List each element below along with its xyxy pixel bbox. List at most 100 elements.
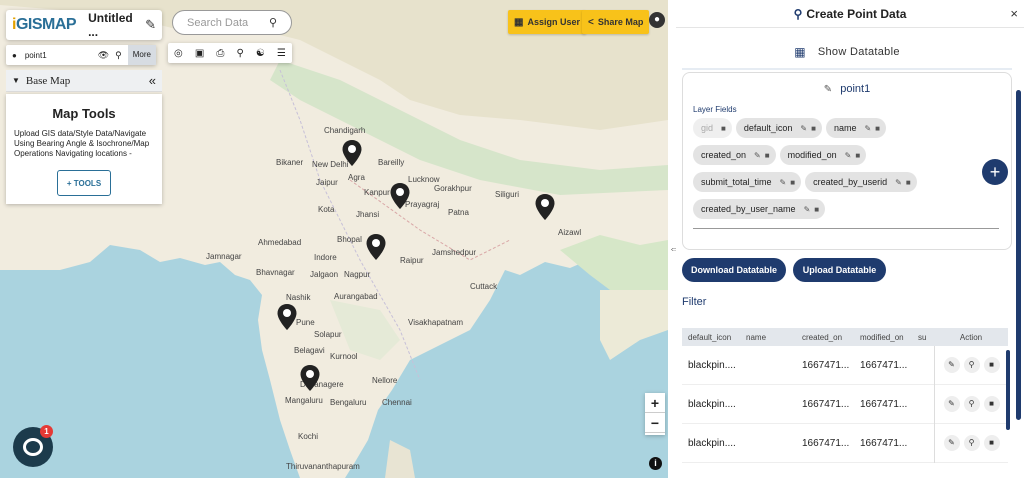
edit-icon[interactable]: ✎ bbox=[800, 124, 807, 133]
panel-scrollbar[interactable] bbox=[1016, 90, 1021, 420]
column-header[interactable]: su bbox=[918, 333, 934, 342]
edit-icon[interactable]: ✎ bbox=[943, 357, 960, 373]
field-chip-label: created_by_user_name bbox=[701, 204, 796, 214]
search-icon[interactable]: ⚲ bbox=[269, 16, 277, 29]
column-header[interactable]: modified_on bbox=[860, 333, 918, 342]
edit-icon[interactable]: ✎ bbox=[864, 124, 871, 133]
fullscreen-icon[interactable]: ▣ bbox=[195, 48, 204, 59]
info-icon[interactable]: i bbox=[649, 457, 662, 470]
map-marker-icon[interactable] bbox=[276, 303, 298, 331]
zoom-icon[interactable]: ⚲ bbox=[963, 435, 980, 451]
delete-icon[interactable]: ■ bbox=[765, 151, 770, 160]
basemap-toggle[interactable]: ▼ Base Map « bbox=[6, 70, 162, 92]
locate-icon[interactable]: ◎ bbox=[174, 48, 183, 59]
map-marker-icon[interactable] bbox=[365, 233, 387, 261]
more-button[interactable]: More bbox=[127, 45, 156, 65]
delete-icon[interactable]: ■ bbox=[906, 178, 911, 187]
map-marker-icon[interactable] bbox=[341, 139, 363, 167]
map-label: Nellore bbox=[372, 376, 398, 385]
layer-row[interactable]: ● point1 👁 ⚲ More bbox=[6, 45, 156, 65]
brand-header: iGISMAP Untitled ... ✎ bbox=[6, 10, 162, 40]
edit-icon[interactable]: ✎ bbox=[804, 205, 811, 214]
print-icon[interactable]: ⎙ bbox=[216, 48, 224, 59]
show-datatable-tab[interactable]: ▦ Show Datatable bbox=[682, 36, 1012, 70]
layers-icon[interactable]: ☰ bbox=[277, 48, 286, 59]
edit-icon[interactable]: ✎ bbox=[943, 435, 960, 451]
assign-user-button[interactable]: ▦ Assign User bbox=[508, 10, 586, 34]
field-chip-created-on[interactable]: created_on ✎ ■ bbox=[693, 145, 776, 165]
chat-widget-button[interactable]: 1 bbox=[13, 425, 53, 467]
zoom-icon[interactable]: ⚲ bbox=[963, 357, 980, 373]
map-label: Bengaluru bbox=[330, 398, 367, 407]
share-map-button[interactable]: < Share Map bbox=[582, 10, 650, 34]
zoom-in-button[interactable]: + bbox=[645, 393, 665, 413]
delete-icon[interactable]: ■ bbox=[855, 151, 860, 160]
map-label: Jaipur bbox=[316, 178, 338, 187]
table-row[interactable]: blackpin.... 1667471... 1667471... ✎ ⚲ ■ bbox=[682, 384, 1008, 424]
app-logo[interactable]: iGISMAP bbox=[12, 16, 77, 34]
search-map-icon[interactable]: ⚲ bbox=[236, 48, 243, 59]
edit-pencil-icon[interactable]: ✎ bbox=[145, 17, 156, 33]
search-box[interactable]: ⚲ bbox=[172, 10, 292, 35]
measure-icon[interactable]: ☯ bbox=[256, 48, 265, 59]
map-label: Lucknow bbox=[408, 175, 440, 184]
delete-icon[interactable]: ■ bbox=[814, 205, 819, 214]
column-header[interactable]: name bbox=[742, 333, 800, 342]
map-label: Raipur bbox=[400, 256, 424, 265]
account-avatar-icon[interactable]: ● bbox=[649, 12, 665, 28]
edit-icon[interactable]: ✎ bbox=[780, 178, 787, 187]
table-row[interactable]: blackpin.... 1667471... 1667471... ✎ ⚲ ■ bbox=[682, 423, 1008, 463]
eye-icon[interactable]: 👁 bbox=[98, 50, 109, 61]
map-label: Jhansi bbox=[356, 210, 380, 219]
delete-icon[interactable]: ■ bbox=[983, 435, 1000, 451]
upload-datatable-button[interactable]: Upload Datatable bbox=[793, 258, 886, 282]
map-marker-icon[interactable] bbox=[534, 193, 556, 221]
panel-header: ⚲ Create Point Data × bbox=[676, 0, 1024, 28]
map-marker-icon[interactable] bbox=[299, 364, 321, 392]
field-chip-created-by-user-name[interactable]: created_by_user_name ✎ ■ bbox=[693, 199, 826, 219]
basemap-label: Base Map bbox=[25, 74, 71, 87]
column-header[interactable]: created_on bbox=[800, 333, 860, 342]
show-datatable-label: Show Datatable bbox=[817, 46, 900, 58]
map-label: Indore bbox=[314, 253, 337, 262]
table-scrollbar[interactable] bbox=[1006, 350, 1010, 430]
search-input[interactable] bbox=[187, 16, 269, 29]
download-datatable-button[interactable]: Download Datatable bbox=[682, 258, 786, 282]
map-label: Jalgaon bbox=[310, 270, 339, 279]
map-label: Jamshedpur bbox=[432, 248, 477, 257]
zoom-out-button[interactable]: − bbox=[645, 413, 665, 433]
field-chip-name[interactable]: name ✎ ■ bbox=[825, 118, 887, 138]
map-title[interactable]: Untitled ... bbox=[88, 11, 145, 39]
field-chip-default-icon[interactable]: default_icon ✎ ■ bbox=[735, 118, 822, 138]
edit-list-icon[interactable]: ✎ bbox=[824, 84, 832, 95]
share-icon: < bbox=[588, 16, 594, 28]
add-tools-button[interactable]: + TOOLS bbox=[57, 170, 111, 196]
delete-icon[interactable]: ■ bbox=[811, 124, 816, 133]
edit-icon[interactable]: ✎ bbox=[895, 178, 902, 187]
table-row[interactable]: blackpin.... 1667471... 1667471... ✎ ⚲ ■ bbox=[682, 345, 1008, 385]
zoom-icon[interactable]: ⚲ bbox=[963, 396, 980, 412]
filter-label[interactable]: Filter bbox=[682, 296, 706, 308]
column-header[interactable]: default_icon bbox=[682, 333, 742, 342]
collapse-icon[interactable]: « bbox=[149, 73, 156, 88]
zoom-to-layer-icon[interactable]: ⚲ bbox=[115, 50, 122, 61]
delete-icon[interactable]: ■ bbox=[983, 357, 1000, 373]
map-label: Kurnool bbox=[330, 352, 358, 361]
delete-icon[interactable]: ■ bbox=[875, 124, 880, 133]
edit-icon[interactable]: ✎ bbox=[754, 151, 761, 160]
field-chip-created-by-userid[interactable]: created_by_userid ✎ ■ bbox=[805, 172, 917, 192]
close-icon[interactable]: × bbox=[1010, 6, 1018, 21]
add-field-button[interactable]: + bbox=[982, 159, 1008, 185]
delete-icon[interactable]: ■ bbox=[983, 396, 1000, 412]
delete-icon[interactable]: ■ bbox=[790, 178, 795, 187]
map-canvas[interactable]: Chandigarh New Delhi Agra Bareilly Jaipu… bbox=[0, 0, 668, 478]
field-chip-submit-total-time[interactable]: submit_total_time ✎ ■ bbox=[693, 172, 802, 192]
map-marker-icon[interactable] bbox=[389, 182, 411, 210]
edit-icon[interactable]: ✎ bbox=[845, 151, 852, 160]
field-chip-modified-on[interactable]: modified_on ✎ ■ bbox=[779, 145, 867, 165]
edit-icon[interactable]: ✎ bbox=[943, 396, 960, 412]
layer-name[interactable]: point1 bbox=[25, 51, 98, 60]
map-toolbar: ◎ ▣ ⎙ ⚲ ☯ ☰ bbox=[168, 43, 292, 63]
caret-down-icon: ▼ bbox=[12, 76, 20, 85]
row-actions: ✎ ⚲ ■ bbox=[934, 423, 1008, 463]
